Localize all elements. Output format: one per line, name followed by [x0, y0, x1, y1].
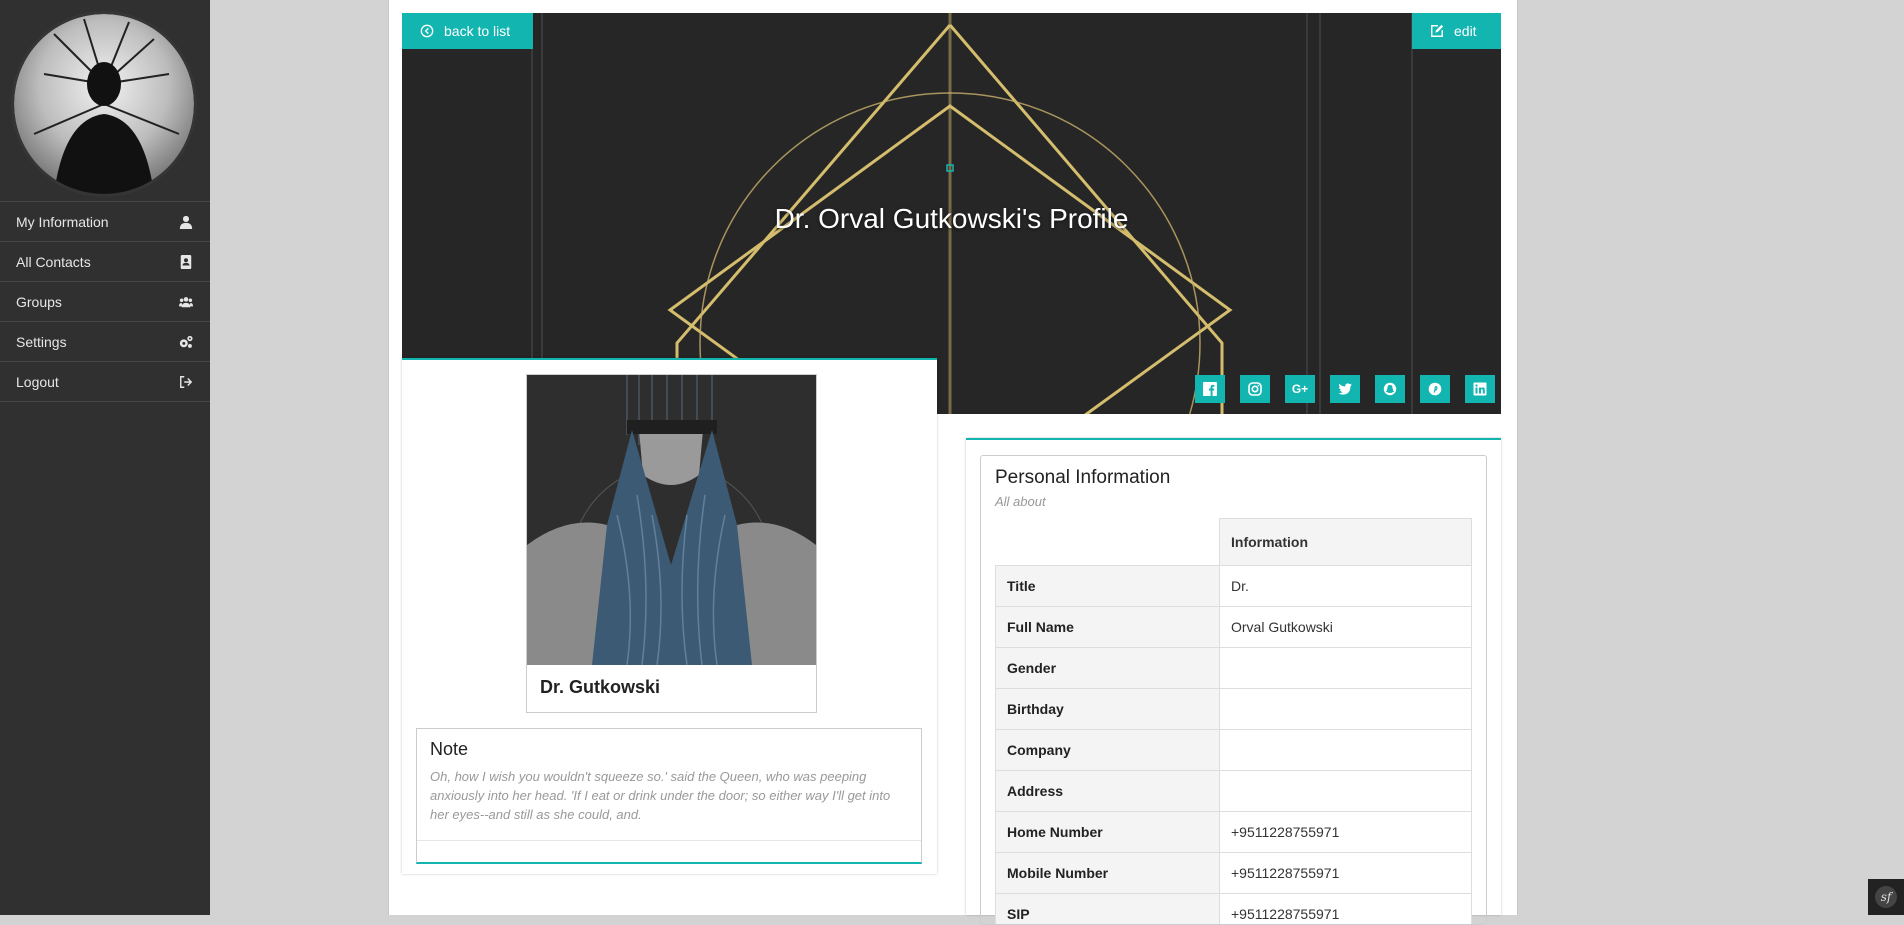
edit-button[interactable]: edit [1412, 13, 1501, 49]
users-icon [178, 294, 194, 310]
snapchat-icon[interactable] [1375, 375, 1405, 403]
sidebar: My Information All Contacts Groups Setti… [0, 0, 210, 915]
table-row: Birthday [996, 689, 1472, 730]
sidebar-item-label: Settings [16, 334, 67, 350]
profile-display-name: Dr. Gutkowski [527, 665, 816, 710]
row-label: Birthday [996, 689, 1220, 730]
table-row: Address [996, 771, 1472, 812]
sidebar-item-label: All Contacts [16, 254, 91, 270]
row-label: Home Number [996, 812, 1220, 853]
symfony-icon: sf [1875, 886, 1897, 908]
profile-title: Dr. Orval Gutkowski's Profile [402, 203, 1501, 235]
table-row: Company [996, 730, 1472, 771]
facebook-icon[interactable] [1195, 375, 1225, 403]
table-row: Home Number +9511228755971 [996, 812, 1472, 853]
sidebar-item-settings[interactable]: Settings [0, 322, 210, 362]
profile-banner: Dr. Orval Gutkowski's Profile [402, 13, 1501, 414]
row-value: +9511228755971 [1220, 853, 1472, 894]
user-icon [178, 214, 194, 230]
table-row: Full Name Orval Gutkowski [996, 607, 1472, 648]
pinterest-icon[interactable] [1420, 375, 1450, 403]
avatar-image [14, 14, 194, 194]
linkedin-icon[interactable] [1465, 375, 1495, 403]
note-divider [417, 840, 921, 841]
note-title: Note [430, 739, 468, 760]
table-row: Mobile Number +9511228755971 [996, 853, 1472, 894]
row-value: +9511228755971 [1220, 812, 1472, 853]
address-book-icon [178, 254, 194, 270]
symfony-toolbar-toggle[interactable]: sf [1868, 879, 1904, 915]
edit-icon [1430, 24, 1444, 38]
profile-card: Dr. Gutkowski Note Oh, how I wish you wo… [402, 358, 937, 874]
table-row: Title Dr. [996, 566, 1472, 607]
sidebar-item-label: Groups [16, 294, 62, 310]
row-value [1220, 648, 1472, 689]
row-label: Address [996, 771, 1220, 812]
row-label: Title [996, 566, 1220, 607]
sign-out-icon [178, 374, 194, 390]
twitter-icon[interactable] [1330, 375, 1360, 403]
note-card: Note Oh, how I wish you wouldn't squeeze… [416, 728, 922, 864]
row-value: Dr. [1220, 566, 1472, 607]
row-label: SIP [996, 894, 1220, 925]
row-value [1220, 730, 1472, 771]
back-to-list-label: back to list [444, 23, 510, 39]
row-value [1220, 689, 1472, 730]
row-label: Mobile Number [996, 853, 1220, 894]
profile-photo-card: Dr. Gutkowski [526, 374, 817, 713]
sidebar-nav: My Information All Contacts Groups Setti… [0, 201, 210, 402]
row-value: +9511228755971 [1220, 894, 1472, 925]
sidebar-item-label: My Information [16, 214, 109, 230]
sidebar-item-logout[interactable]: Logout [0, 362, 210, 402]
table-header-empty [996, 519, 1220, 566]
personal-info-panel: Personal Information All about Informati… [980, 455, 1487, 925]
sidebar-avatar [14, 14, 194, 194]
instagram-icon[interactable] [1240, 375, 1270, 403]
row-value [1220, 771, 1472, 812]
note-text: Oh, how I wish you wouldn't squeeze so.'… [430, 767, 910, 824]
personal-info-table: Information Title Dr. Full Name Orval Gu… [995, 518, 1472, 925]
sidebar-item-my-information[interactable]: My Information [0, 201, 210, 242]
personal-info-subtitle: All about [995, 494, 1046, 509]
row-label: Full Name [996, 607, 1220, 648]
google-plus-icon[interactable]: G+ [1285, 375, 1315, 403]
back-to-list-button[interactable]: back to list [402, 13, 533, 49]
table-row: SIP +9511228755971 [996, 894, 1472, 925]
personal-info-card: Personal Information All about Informati… [966, 438, 1501, 915]
profile-photo [527, 375, 816, 665]
personal-info-title: Personal Information [995, 467, 1170, 489]
row-label: Gender [996, 648, 1220, 689]
sidebar-item-all-contacts[interactable]: All Contacts [0, 242, 210, 282]
table-header-information: Information [1220, 519, 1472, 566]
table-row: Gender [996, 648, 1472, 689]
row-value: Orval Gutkowski [1220, 607, 1472, 648]
sidebar-item-label: Logout [16, 374, 59, 390]
table-header-row: Information [996, 519, 1472, 566]
social-links: G+ [1195, 375, 1495, 403]
sidebar-item-groups[interactable]: Groups [0, 282, 210, 322]
arrow-circle-left-icon [420, 24, 434, 38]
row-label: Company [996, 730, 1220, 771]
gears-icon [178, 334, 194, 350]
edit-label: edit [1454, 23, 1477, 39]
